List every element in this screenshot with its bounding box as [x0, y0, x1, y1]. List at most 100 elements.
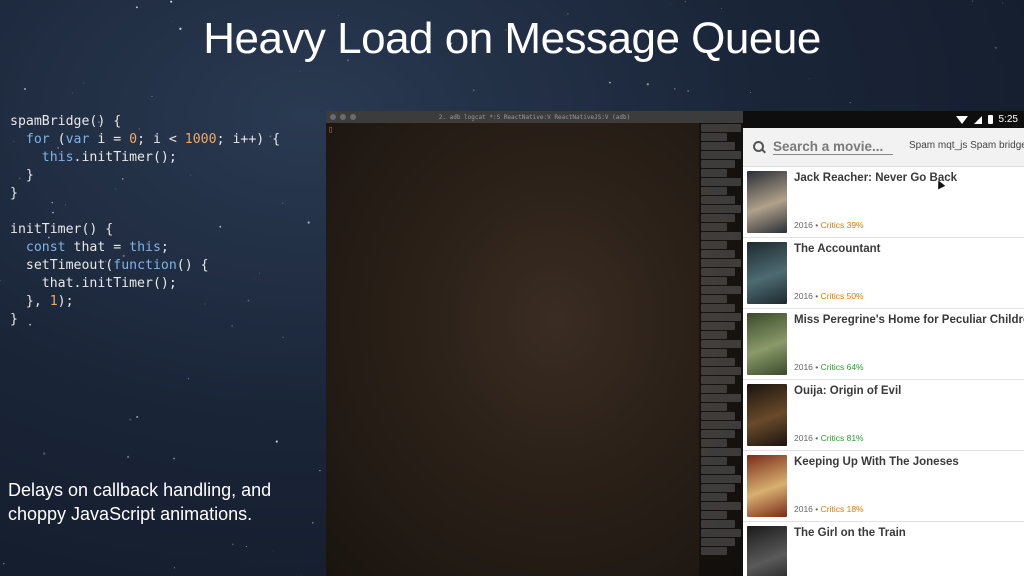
star — [2, 562, 5, 565]
code-token: () { — [176, 258, 209, 273]
star — [187, 378, 189, 380]
terminal-log-line — [701, 511, 727, 519]
code-token: ; — [216, 132, 233, 147]
star — [1002, 2, 1003, 4]
critics-score: Critics 39% — [820, 220, 864, 230]
critics-score: Critics 18% — [820, 504, 864, 514]
slide-caption: Delays on callback handling, and choppy … — [8, 480, 272, 524]
code-token: } — [10, 168, 34, 183]
code-token: 0 — [129, 132, 138, 147]
signal-icon — [973, 115, 982, 124]
terminal-log-line — [701, 394, 741, 402]
terminal-cursor: ▯ — [328, 125, 334, 135]
star — [245, 545, 247, 548]
star — [232, 543, 234, 545]
code-token: ++) { — [240, 132, 281, 147]
star — [0, 279, 1, 282]
code-token: initTimer — [10, 222, 82, 237]
terminal-log-line — [701, 205, 741, 213]
terminal-log-line — [701, 520, 735, 528]
star — [43, 452, 46, 455]
code-token: that — [41, 276, 74, 291]
star — [282, 336, 284, 338]
movie-year: 2016 — [794, 504, 813, 514]
star — [170, 0, 173, 3]
movie-row[interactable]: Jack Reacher: Never Go Back 2016 • Critic… — [743, 167, 1024, 238]
search-icon — [753, 141, 765, 153]
code-token: spamBridge — [10, 114, 90, 129]
code-token: this — [41, 150, 74, 165]
code-token: 1 — [49, 294, 58, 309]
terminal-window[interactable]: 2. adb logcat *:S ReactNative:V ReactNat… — [326, 111, 743, 576]
terminal-log-line — [701, 259, 741, 267]
terminal-log-line — [701, 223, 727, 231]
terminal-log-line — [701, 241, 727, 249]
movie-row[interactable]: The Girl on the Train — [743, 522, 1024, 576]
movie-title: The Accountant — [794, 243, 881, 255]
star — [669, 4, 671, 5]
meta-separator: • — [812, 291, 821, 301]
star — [473, 89, 475, 91]
search-input[interactable] — [773, 139, 893, 155]
star — [272, 550, 274, 552]
code-token: (); — [152, 276, 177, 291]
terminal-titlebar[interactable]: 2. adb logcat *:S ReactNative:V ReactNat… — [326, 111, 743, 123]
terminal-log-line — [701, 295, 727, 303]
terminal-log-line — [701, 466, 735, 474]
movie-row[interactable]: Miss Peregrine's Home for Peculiar Child… — [743, 309, 1024, 380]
terminal-log-line — [701, 493, 727, 501]
terminal-log-line — [701, 250, 735, 258]
critics-score: Critics 81% — [820, 433, 864, 443]
wifi-icon — [955, 115, 968, 124]
code-token: that — [73, 240, 106, 255]
movie-year: 2016 — [794, 291, 813, 301]
star — [687, 90, 689, 92]
code-line: } — [10, 167, 280, 185]
terminal-log-line — [701, 457, 727, 465]
star — [173, 457, 175, 460]
code-token: = — [105, 240, 130, 255]
terminal-log-line — [701, 178, 741, 186]
star — [275, 440, 278, 443]
terminal-log-line — [701, 484, 735, 492]
code-token: const — [25, 240, 66, 255]
movie-poster — [747, 242, 787, 304]
terminal-log-pane[interactable] — [699, 123, 743, 576]
spam-controls[interactable]: Spam mqt_js Spam bridge — [909, 140, 1024, 151]
code-line: setTimeout(function() { — [10, 257, 280, 275]
code-token: for — [25, 132, 50, 147]
code-line: this.initTimer(); — [10, 149, 280, 167]
code-line: }, 1); — [10, 293, 280, 311]
terminal-log-line — [701, 169, 727, 177]
star — [126, 455, 130, 459]
critics-score: Critics 50% — [820, 291, 864, 301]
battery-icon — [987, 115, 993, 124]
terminal-log-line — [701, 367, 741, 375]
star — [129, 418, 132, 421]
movie-title: Keeping Up With The Joneses — [794, 456, 959, 468]
star — [299, 70, 301, 72]
movie-year: 2016 — [794, 433, 813, 443]
terminal-log-line — [701, 124, 741, 132]
code-token: initTimer — [81, 150, 153, 165]
code-token: this — [129, 240, 161, 255]
meta-separator: • — [812, 220, 821, 230]
movie-row[interactable]: Keeping Up With The Joneses 2016 • Critic… — [743, 451, 1024, 522]
code-snippet: spamBridge() { for (var i = 0; i < 1000;… — [10, 113, 280, 329]
code-line: } — [10, 311, 280, 329]
critics-score: Critics 64% — [820, 362, 864, 372]
code-token: ; — [137, 132, 154, 147]
star — [972, 0, 974, 2]
code-token: } — [10, 312, 18, 327]
movie-row[interactable]: Ouija: Origin of Evil 2016 • Critics 81% — [743, 380, 1024, 451]
terminal-log-line — [701, 286, 741, 294]
code-token: ); — [57, 294, 74, 309]
movie-row[interactable]: The Accountant 2016 • Critics 50% — [743, 238, 1024, 309]
star — [136, 416, 139, 418]
movie-title: Jack Reacher: Never Go Back — [794, 172, 958, 184]
movie-list[interactable]: Jack Reacher: Never Go Back 2016 • Critic… — [743, 167, 1024, 576]
terminal-log-line — [701, 439, 727, 447]
